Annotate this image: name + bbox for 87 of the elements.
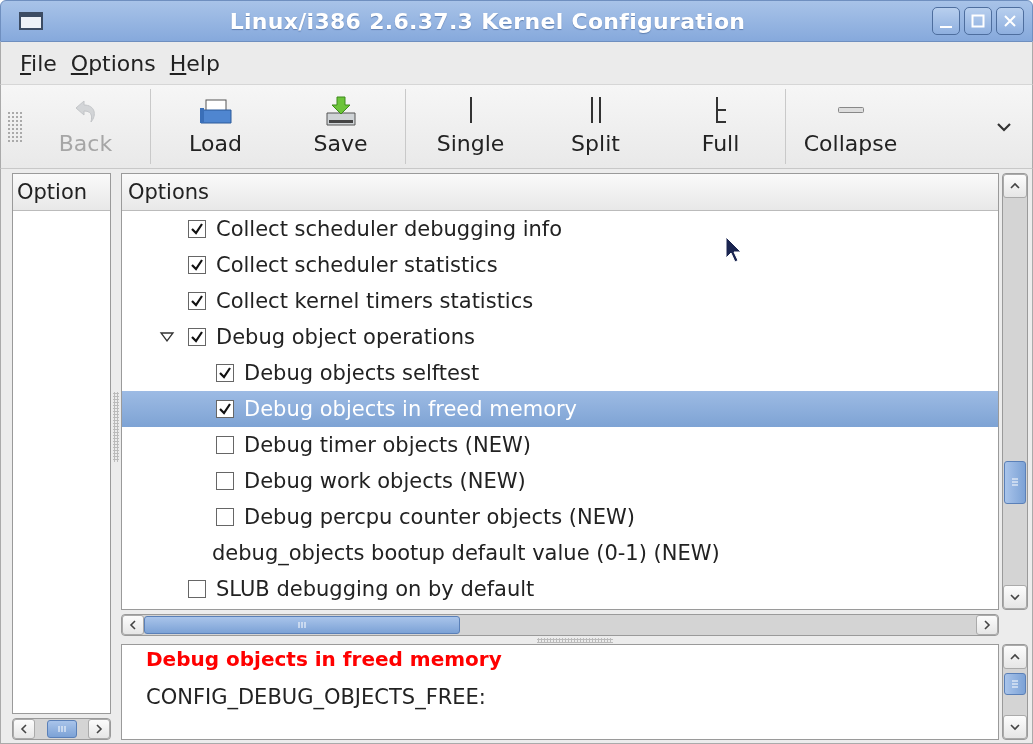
menu-item[interactable]: File bbox=[15, 48, 62, 78]
option-label: Debug object operations bbox=[216, 325, 475, 349]
scrollbar-thumb[interactable] bbox=[144, 616, 461, 634]
single-line-icon bbox=[469, 97, 472, 123]
toolbar-button[interactable]: Collapse bbox=[788, 89, 913, 164]
scrollbar[interactable] bbox=[1002, 173, 1028, 610]
scroll-right-button[interactable] bbox=[88, 719, 110, 739]
window-menu-icon[interactable] bbox=[19, 12, 43, 30]
scroll-right-button[interactable] bbox=[976, 615, 998, 635]
column-header[interactable]: Option bbox=[13, 174, 110, 211]
grip-lines-icon bbox=[1009, 677, 1021, 690]
help-title: Debug objects in freed memory bbox=[146, 647, 503, 671]
close-icon bbox=[1002, 13, 1018, 29]
option-label: Collect scheduler statistics bbox=[216, 253, 498, 277]
scroll-up-button[interactable] bbox=[1003, 645, 1027, 669]
maximize-button[interactable] bbox=[964, 7, 992, 35]
chevron-left-icon bbox=[127, 619, 139, 631]
grip-lines-icon bbox=[1009, 476, 1021, 489]
scrollbar-thumb[interactable] bbox=[46, 720, 78, 738]
toolbar-grip[interactable] bbox=[7, 111, 23, 142]
scroll-down-button[interactable] bbox=[1003, 585, 1027, 609]
tree-row[interactable]: Collect kernel timers statistics bbox=[122, 283, 998, 319]
toolbar-button[interactable]: Save bbox=[278, 89, 403, 164]
scroll-left-button[interactable] bbox=[122, 615, 144, 635]
maximize-icon bbox=[970, 13, 986, 29]
tree-row[interactable]: Debug timer objects (NEW) bbox=[122, 427, 998, 463]
scrollbar[interactable] bbox=[12, 718, 111, 740]
mouse-pointer-icon bbox=[725, 236, 743, 264]
checkbox[interactable] bbox=[216, 400, 234, 418]
checkbox[interactable] bbox=[216, 364, 234, 382]
option-label: Debug objects selftest bbox=[244, 361, 480, 385]
tray-icon bbox=[197, 97, 234, 127]
option-label: Collect scheduler debugging info bbox=[216, 217, 563, 241]
scroll-up-button[interactable] bbox=[1003, 174, 1027, 198]
option-label: Debug objects in freed memory bbox=[244, 397, 578, 421]
option-label: Collect kernel timers statistics bbox=[216, 289, 534, 313]
checkbox[interactable] bbox=[188, 292, 206, 310]
grip-lines-icon bbox=[296, 619, 309, 631]
option-label: SLUB debugging on by default bbox=[216, 577, 535, 601]
column-header[interactable]: Options bbox=[122, 174, 998, 211]
scroll-left-button[interactable] bbox=[13, 719, 35, 739]
toolbar-button[interactable]: Load bbox=[153, 89, 278, 164]
grip-lines-icon bbox=[56, 723, 68, 735]
option-label: Debug work objects (NEW) bbox=[244, 469, 526, 493]
option-label: Debug percpu counter objects (NEW) bbox=[244, 505, 635, 529]
tree-row[interactable]: Collect scheduler debugging info bbox=[122, 211, 998, 247]
config-symbol: CONFIG_DEBUG_OBJECTS_FREE: bbox=[146, 685, 487, 709]
double-line-icon bbox=[590, 97, 601, 123]
minimize-icon bbox=[940, 26, 952, 28]
tree-lines-icon bbox=[715, 97, 726, 123]
toolbar-button[interactable]: Full bbox=[658, 89, 783, 164]
window-title: Linux/i386 2.6.37.3 Kernel Configuration bbox=[228, 8, 747, 34]
chevron-down-icon bbox=[1009, 721, 1021, 733]
tree-row[interactable]: debug_objects bootup default value (0-1) (NEW) bbox=[122, 535, 998, 571]
chevron-down-icon[interactable] bbox=[996, 121, 1012, 132]
scrollbar-thumb[interactable] bbox=[1004, 672, 1026, 695]
scrollbar[interactable] bbox=[121, 614, 999, 636]
minimize-button[interactable] bbox=[932, 7, 960, 35]
minus-bar-icon bbox=[837, 107, 864, 113]
scrollbar[interactable] bbox=[1002, 644, 1028, 740]
scrollbar-thumb[interactable] bbox=[1004, 461, 1026, 504]
tree-row[interactable]: Debug percpu counter objects (NEW) bbox=[122, 499, 998, 535]
checkbox[interactable] bbox=[188, 220, 206, 238]
checkbox[interactable] bbox=[188, 580, 206, 598]
close-button[interactable] bbox=[996, 7, 1024, 35]
menu-item[interactable]: Options bbox=[65, 48, 161, 78]
menu-item[interactable]: Help bbox=[164, 48, 225, 78]
chevron-left-icon bbox=[18, 723, 30, 735]
option-label: debug_objects bootup default value (0-1) (NEW) bbox=[212, 541, 720, 565]
checkbox[interactable] bbox=[216, 508, 234, 526]
checkbox[interactable] bbox=[216, 436, 234, 454]
tree-row[interactable]: SLUB debugging on by default bbox=[122, 571, 998, 607]
expander-icon[interactable] bbox=[159, 331, 175, 343]
option-label: Debug timer objects (NEW) bbox=[244, 433, 531, 457]
chevron-right-icon bbox=[981, 619, 993, 631]
checkbox[interactable] bbox=[188, 328, 206, 346]
chevron-right-icon bbox=[93, 723, 105, 735]
tree-row[interactable]: Debug objects selftest bbox=[122, 355, 998, 391]
toolbar-button[interactable]: Split bbox=[533, 89, 658, 164]
tree-row[interactable]: Debug object operations bbox=[122, 319, 998, 355]
scroll-down-button[interactable] bbox=[1003, 715, 1027, 739]
checkbox[interactable] bbox=[216, 472, 234, 490]
chevron-down-icon bbox=[1009, 591, 1021, 603]
tree-row[interactable]: Debug work objects (NEW) bbox=[122, 463, 998, 499]
tree-row[interactable]: Collect scheduler statistics bbox=[122, 247, 998, 283]
toolbar-button[interactable]: Single bbox=[408, 89, 533, 164]
checkbox[interactable] bbox=[188, 256, 206, 274]
